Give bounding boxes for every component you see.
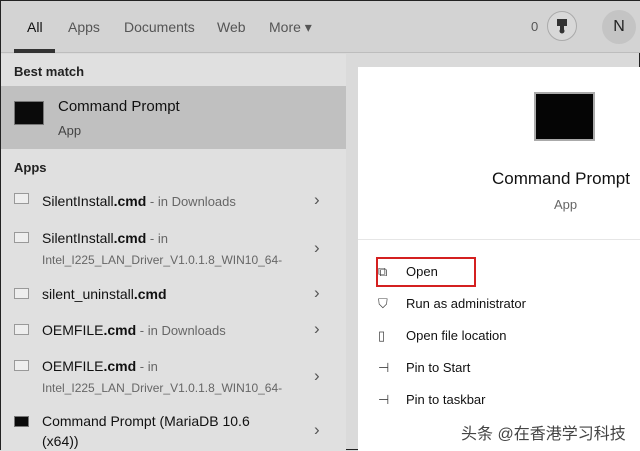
action-label: Run as administrator	[406, 296, 526, 311]
chevron-right-icon[interactable]: ›	[314, 238, 320, 258]
tab-more[interactable]: More ▾	[269, 19, 312, 36]
command-prompt-icon	[14, 101, 44, 125]
item-name: SilentInstall	[42, 193, 114, 209]
trophy-icon[interactable]	[547, 11, 577, 41]
action-label: Pin to taskbar	[406, 392, 486, 407]
item-location: - in	[136, 359, 158, 374]
rewards-count: 0	[531, 19, 539, 34]
list-item[interactable]: silent_uninstall.cmd ›	[1, 278, 346, 312]
command-prompt-icon	[14, 416, 29, 427]
item-location: - in Downloads	[146, 194, 236, 209]
avatar[interactable]: N	[602, 10, 636, 44]
cmd-file-icon	[14, 193, 29, 204]
list-item[interactable]: OEMFILE.cmd - in Intel_I225_LAN_Driver_V…	[1, 350, 346, 398]
cmd-file-icon	[14, 360, 29, 371]
item-location-path: Intel_I225_LAN_Driver_V1.0.1.8_WIN10_64-	[42, 253, 283, 267]
item-name: silent_uninstall	[42, 286, 134, 302]
open-icon: ⧉	[378, 264, 388, 279]
chevron-right-icon[interactable]: ›	[314, 420, 320, 440]
item-ext: .cmd	[133, 286, 167, 302]
item-ext: .cmd	[103, 322, 137, 338]
item-location: - in Downloads	[136, 323, 226, 338]
chevron-right-icon[interactable]: ›	[314, 190, 320, 210]
tab-web[interactable]: Web	[217, 19, 246, 35]
list-item[interactable]: SilentInstall.cmd - in Intel_I225_LAN_Dr…	[1, 222, 346, 270]
action-open[interactable]: ⧉ Open	[378, 264, 438, 280]
item-location-path: Intel_I225_LAN_Driver_V1.0.1.8_WIN10_64-	[42, 381, 283, 395]
item-name: SilentInstall	[42, 230, 114, 246]
item-ext: .cmd	[113, 193, 147, 209]
action-label: Pin to Start	[406, 360, 471, 375]
cmd-file-icon	[14, 232, 29, 243]
action-open-file-location[interactable]: ▯ Open file location	[378, 328, 506, 344]
tab-all[interactable]: All	[27, 19, 43, 35]
pin-icon: ⊣	[378, 360, 390, 375]
tab-bar: All Apps Documents Web More ▾ 0 N	[1, 1, 640, 53]
best-match-heading: Best match	[14, 64, 85, 79]
best-match-type: App	[58, 123, 82, 138]
action-label: Open	[406, 264, 438, 279]
cmd-file-icon	[14, 324, 29, 335]
pin-icon: ⊣	[378, 392, 390, 407]
list-item[interactable]: SilentInstall.cmd - in Downloads ›	[1, 184, 346, 218]
detail-title: Command Prompt	[492, 169, 630, 188]
item-name: Command Prompt (MariaDB 10.6	[42, 413, 250, 429]
best-match-item[interactable]: Command Prompt App	[1, 86, 346, 149]
tab-documents[interactable]: Documents	[124, 19, 195, 35]
best-match-title: Command Prompt	[58, 98, 180, 115]
shield-icon: ⛉	[378, 296, 388, 311]
chevron-right-icon[interactable]: ›	[314, 319, 320, 339]
action-pin-to-taskbar[interactable]: ⊣ Pin to taskbar	[378, 392, 486, 408]
item-ext: .cmd	[103, 358, 137, 374]
action-label: Open file location	[406, 328, 507, 343]
results-pane: Best match Command Prompt App Apps Silen…	[1, 54, 346, 451]
active-tab-indicator	[14, 49, 55, 53]
item-location: - in	[146, 231, 168, 246]
command-prompt-large-icon	[534, 92, 595, 141]
detail-type: App	[554, 197, 578, 212]
cmd-file-icon	[14, 288, 29, 299]
chevron-right-icon[interactable]: ›	[314, 283, 320, 303]
detail-pane: Command Prompt App ⧉ Open ⛉ Run as adminis…	[358, 67, 640, 451]
divider	[358, 239, 640, 240]
action-pin-to-start[interactable]: ⊣ Pin to Start	[378, 360, 470, 376]
list-item[interactable]: OEMFILE.cmd - in Downloads ›	[1, 314, 346, 348]
folder-icon: ▯	[378, 328, 386, 343]
action-run-as-admin[interactable]: ⛉ Run as administrator	[378, 296, 526, 312]
list-item[interactable]: Command Prompt (MariaDB 10.6 (x64)) ›	[1, 406, 346, 451]
item-name-cont: (x64))	[42, 433, 79, 449]
item-name: OEMFILE	[42, 322, 104, 338]
item-name: OEMFILE	[42, 358, 104, 374]
item-ext: .cmd	[113, 230, 147, 246]
apps-heading: Apps	[14, 160, 47, 175]
chevron-right-icon[interactable]: ›	[314, 366, 320, 386]
tab-apps[interactable]: Apps	[68, 19, 100, 35]
watermark: 头条 @在香港学习科技	[461, 426, 626, 443]
